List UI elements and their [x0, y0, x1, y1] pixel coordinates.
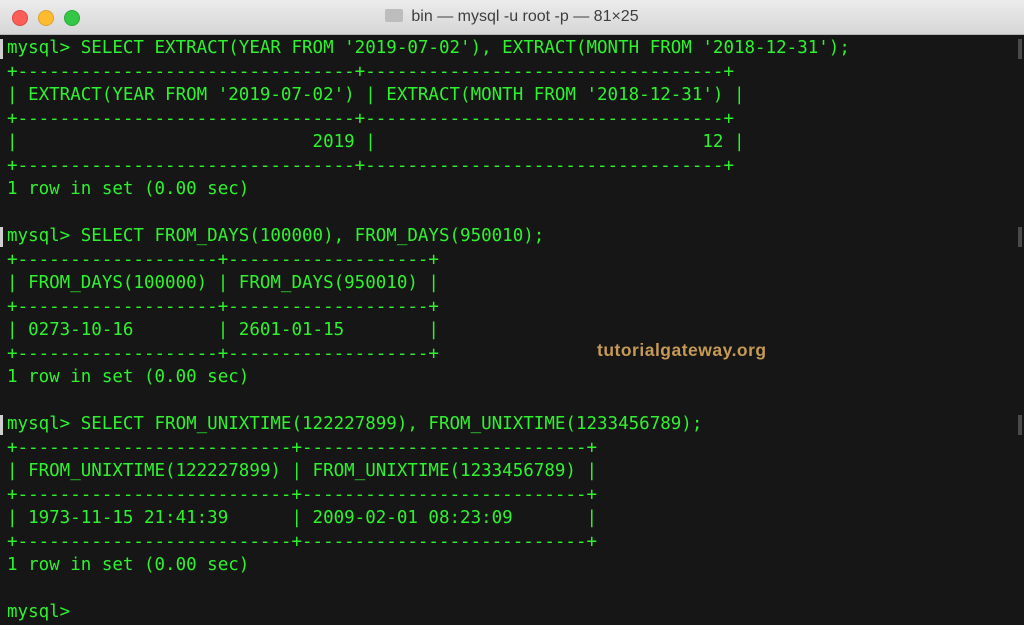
terminal-line: mysql> SELECT FROM_UNIXTIME(122227899), … [7, 414, 703, 434]
terminal-line: | 0273-10-16 | 2601-01-15 | [7, 320, 439, 340]
terminal-line: +--------------------------------+------… [7, 108, 734, 129]
terminal-window: bin — mysql -u root -p — 81×25 mysql> SE… [0, 0, 1024, 625]
terminal-line: +--------------------------+------------… [7, 531, 598, 552]
scroll-indicator [1018, 415, 1022, 435]
watermark: tutorialgateway.org [597, 340, 767, 360]
command-mark [0, 39, 3, 59]
terminal-line: +-------------------+-------------------… [7, 249, 439, 270]
terminal-line: 1 row in set (0.00 sec) [7, 179, 250, 199]
scroll-indicator [1018, 227, 1022, 247]
terminal-line: 1 row in set (0.00 sec) [7, 555, 250, 575]
terminal-line: +--------------------------------+------… [7, 155, 734, 176]
terminal-line: +--------------------------------+------… [7, 61, 734, 82]
command-mark [0, 415, 3, 435]
terminal-line: | 2019 | 12 | [7, 132, 745, 152]
terminal-line: +-------------------+-------------------… [7, 296, 439, 317]
window-title: bin — mysql -u root -p — 81×25 [0, 8, 1024, 26]
terminal-line: | FROM_DAYS(100000) | FROM_DAYS(950010) … [7, 273, 439, 293]
terminal-line: +--------------------------+------------… [7, 484, 598, 505]
command-mark [0, 227, 3, 247]
folder-icon [385, 9, 404, 22]
terminal-line: mysql> SELECT EXTRACT(YEAR FROM '2019-07… [7, 38, 850, 58]
terminal-line: +--------------------------+------------… [7, 437, 598, 458]
terminal-prompt[interactable]: mysql> [7, 601, 850, 625]
terminal-output[interactable]: mysql> SELECT EXTRACT(YEAR FROM '2019-07… [0, 35, 1024, 625]
window-title-text: bin — mysql -u root -p — 81×25 [411, 8, 639, 25]
terminal-line: mysql> SELECT FROM_DAYS(100000), FROM_DA… [7, 226, 545, 246]
terminal-line: | EXTRACT(YEAR FROM '2019-07-02') | EXTR… [7, 85, 745, 105]
scroll-indicator [1018, 39, 1022, 59]
terminal-lines: mysql> SELECT EXTRACT(YEAR FROM '2019-07… [7, 37, 850, 625]
terminal-line: | 1973-11-15 21:41:39 | 2009-02-01 08:23… [7, 508, 598, 528]
title-bar[interactable]: bin — mysql -u root -p — 81×25 [0, 0, 1024, 35]
terminal-line: 1 row in set (0.00 sec) [7, 367, 250, 387]
terminal-line: | FROM_UNIXTIME(122227899) | FROM_UNIXTI… [7, 461, 598, 481]
